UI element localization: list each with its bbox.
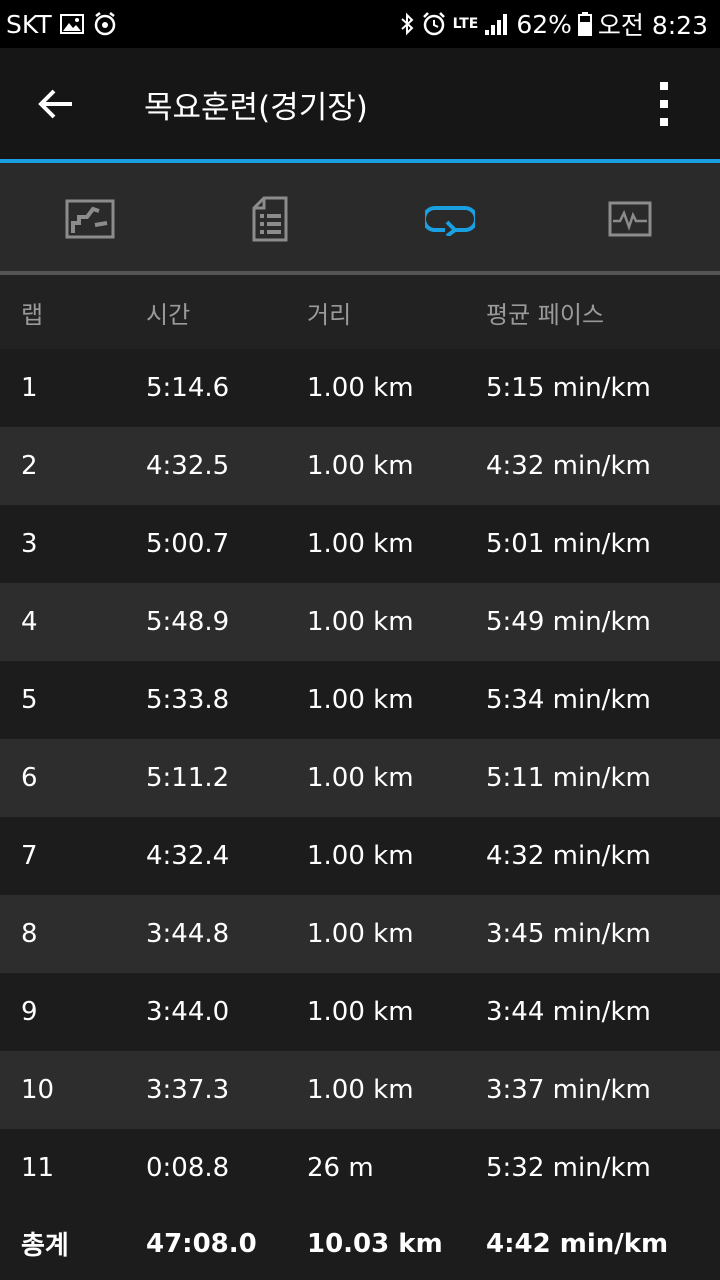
table-row: 8 3:44.8 1.00 km 3:45 min/km	[0, 895, 720, 973]
lap-distance: 1.00 km	[307, 685, 414, 715]
total-distance: 10.03 km	[307, 1228, 443, 1259]
lap-time: 4:32.5	[146, 451, 230, 481]
back-button[interactable]	[0, 48, 112, 160]
lap-pace: 5:15 min/km	[486, 373, 651, 403]
table-row: 11 0:08.8 26 m 5:32 min/km	[0, 1129, 720, 1207]
tab-map[interactable]	[0, 163, 180, 275]
table-row: 3 5:00.7 1.00 km 5:01 min/km	[0, 505, 720, 583]
tab-laps[interactable]	[360, 163, 540, 275]
lap-pace: 3:37 min/km	[486, 1075, 651, 1105]
lap-time: 3:37.3	[146, 1075, 230, 1105]
lap-number: 3	[21, 529, 38, 559]
table-header: 랩 시간 거리 평균 페이스	[0, 275, 720, 349]
alarm-app-icon	[92, 11, 118, 37]
chart-icon	[608, 201, 652, 237]
lap-pace: 5:01 min/km	[486, 529, 651, 559]
total-row: 총계 47:08.0 10.03 km 4:42 min/km	[0, 1207, 720, 1280]
lap-distance: 1.00 km	[307, 763, 414, 793]
status-bar: SKT LTE 62% 오전 8:23	[0, 0, 720, 48]
overflow-menu-button[interactable]	[608, 48, 720, 160]
lap-pace: 5:11 min/km	[486, 763, 651, 793]
lap-time: 5:14.6	[146, 373, 230, 403]
lap-time: 4:32.4	[146, 841, 230, 871]
header-time: 시간	[146, 300, 191, 329]
clock: 오전 8:23	[597, 11, 708, 40]
signal-icon	[484, 12, 510, 36]
lap-number: 6	[21, 763, 38, 793]
total-label: 총계	[21, 1231, 69, 1261]
lap-pace: 4:32 min/km	[486, 451, 651, 481]
tab-details[interactable]	[180, 163, 360, 275]
battery-percent: 62%	[516, 9, 572, 39]
lap-distance: 1.00 km	[307, 373, 414, 403]
bluetooth-icon	[399, 12, 415, 36]
gallery-icon	[59, 13, 84, 35]
lap-pace: 3:45 min/km	[486, 919, 651, 949]
lap-distance: 1.00 km	[307, 529, 414, 559]
lap-number: 1	[21, 373, 38, 403]
table-row: 10 3:37.3 1.00 km 3:37 min/km	[0, 1051, 720, 1129]
carrier-label: SKT	[6, 9, 52, 39]
status-right: LTE 62% 오전 8:23	[399, 6, 720, 42]
lap-pace: 5:32 min/km	[486, 1153, 651, 1183]
lap-distance: 26 m	[307, 1153, 374, 1183]
lap-number: 9	[21, 997, 38, 1027]
lap-distance: 1.00 km	[307, 997, 414, 1027]
header-lap: 랩	[21, 300, 44, 329]
back-arrow-icon	[38, 89, 72, 119]
battery-icon	[577, 12, 592, 36]
lap-pace: 5:34 min/km	[486, 685, 651, 715]
lap-pace: 5:49 min/km	[486, 607, 651, 637]
lap-number: 8	[21, 919, 38, 949]
table-row: 1 5:14.6 1.00 km 5:15 min/km	[0, 349, 720, 427]
status-left: SKT	[0, 10, 118, 39]
table-row: 9 3:44.0 1.00 km 3:44 min/km	[0, 973, 720, 1051]
lap-number: 2	[21, 451, 38, 481]
tab-chart[interactable]	[540, 163, 720, 275]
lap-time: 5:33.8	[146, 685, 230, 715]
lap-distance: 1.00 km	[307, 919, 414, 949]
table-row: 6 5:11.2 1.00 km 5:11 min/km	[0, 739, 720, 817]
lap-time: 0:08.8	[146, 1153, 230, 1183]
lap-number: 5	[21, 685, 38, 715]
lap-time: 5:48.9	[146, 607, 230, 637]
lap-distance: 1.00 km	[307, 1075, 414, 1105]
laps-table: 1 5:14.6 1.00 km 5:15 min/km 2 4:32.5 1.…	[0, 349, 720, 1207]
lap-number: 4	[21, 607, 38, 637]
total-pace: 4:42 min/km	[486, 1228, 669, 1259]
app-bar: 목요훈련(경기장)	[0, 48, 720, 160]
lap-distance: 1.00 km	[307, 841, 414, 871]
header-distance: 거리	[307, 300, 352, 329]
network-type-label: LTE	[452, 16, 479, 32]
table-row: 2 4:32.5 1.00 km 4:32 min/km	[0, 427, 720, 505]
lap-pace: 3:44 min/km	[486, 997, 651, 1027]
details-icon	[252, 196, 288, 242]
header-pace: 평균 페이스	[486, 300, 605, 329]
lap-time: 3:44.0	[146, 997, 230, 1027]
tab-bar	[0, 163, 720, 275]
alarm-icon	[421, 11, 447, 37]
more-vert-icon	[660, 82, 668, 126]
lap-distance: 1.00 km	[307, 451, 414, 481]
map-icon	[65, 199, 115, 239]
lap-number: 10	[21, 1075, 55, 1105]
lap-time: 5:00.7	[146, 529, 230, 559]
lap-number: 11	[21, 1153, 55, 1183]
table-row: 4 5:48.9 1.00 km 5:49 min/km	[0, 583, 720, 661]
lap-time: 3:44.8	[146, 919, 230, 949]
table-row: 5 5:33.8 1.00 km 5:34 min/km	[0, 661, 720, 739]
lap-number: 7	[21, 841, 38, 871]
laps-icon	[425, 206, 475, 236]
page-title: 목요훈련(경기장)	[144, 89, 368, 126]
lap-distance: 1.00 km	[307, 607, 414, 637]
lap-time: 5:11.2	[146, 763, 230, 793]
total-time: 47:08.0	[146, 1228, 257, 1259]
lap-pace: 4:32 min/km	[486, 841, 651, 871]
table-row: 7 4:32.4 1.00 km 4:32 min/km	[0, 817, 720, 895]
